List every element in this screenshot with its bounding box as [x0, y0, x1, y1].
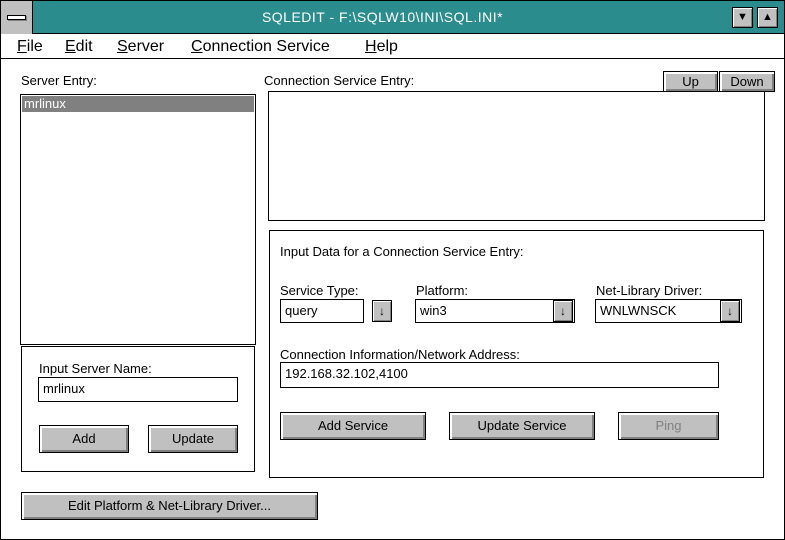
system-menu-icon	[7, 15, 26, 20]
menu-edit-mnemonic: E	[65, 38, 76, 55]
add-service-button[interactable]: Add Service	[280, 412, 426, 440]
input-server-name-label: Input Server Name:	[39, 361, 152, 376]
arrow-down-icon: ↓	[560, 304, 566, 318]
menu-connection-service[interactable]: Connection Service	[191, 37, 330, 57]
platform-value: win3	[420, 303, 447, 318]
add-server-button[interactable]: Add	[39, 425, 129, 453]
server-entry-list[interactable]: mrlinux	[20, 94, 256, 345]
menu-server[interactable]: Server	[117, 37, 164, 57]
up-button[interactable]: Up	[663, 71, 718, 92]
arrow-down-icon: ↓	[727, 304, 733, 318]
update-server-button[interactable]: Update	[148, 425, 238, 453]
input-data-heading: Input Data for a Connection Service Entr…	[280, 244, 524, 259]
platform-select[interactable]: win3 ↓	[415, 299, 575, 323]
minimize-button[interactable]: ▼	[732, 7, 753, 28]
server-list-item[interactable]: mrlinux	[22, 96, 254, 112]
service-type-field[interactable]: query	[280, 299, 364, 323]
net-library-driver-select[interactable]: WNLWNSCK ↓	[595, 299, 742, 323]
maximize-button[interactable]: ▲	[757, 7, 778, 28]
menu-connection-mnemonic: C	[191, 38, 203, 55]
connection-service-entry-label: Connection Service Entry:	[264, 73, 415, 88]
menu-edit[interactable]: Edit	[65, 37, 93, 57]
menu-edit-label: dit	[75, 38, 93, 55]
menu-server-mnemonic: S	[117, 38, 128, 55]
server-entry-label: Server Entry:	[21, 73, 97, 88]
connection-info-input[interactable]: 192.168.32.102,4100	[280, 362, 719, 388]
menu-help[interactable]: Help	[365, 37, 398, 57]
window-title: SQLEDIT - F:\SQLW10\INI\SQL.INI*	[261, 9, 504, 25]
menu-file-mnemonic: F	[17, 38, 27, 55]
net-library-driver-value: WNLWNSCK	[600, 303, 677, 318]
menu-file-label: ile	[26, 38, 43, 55]
menu-file[interactable]: File	[17, 37, 43, 57]
update-service-button[interactable]: Update Service	[449, 412, 595, 440]
input-server-group: Input Server Name: mrlinux Add Update	[21, 346, 255, 472]
menu-bar: File Edit Server Connection Service Help	[1, 35, 784, 59]
minimize-icon: ▼	[737, 11, 748, 23]
platform-dropdown-button[interactable]: ↓	[553, 300, 573, 322]
menu-help-label: elp	[376, 38, 398, 55]
input-data-group: Input Data for a Connection Service Entr…	[269, 230, 764, 478]
arrow-down-icon: ↓	[379, 304, 385, 318]
menu-help-mnemonic: H	[365, 38, 377, 55]
menu-connection-label: onnection Service	[202, 38, 330, 55]
server-name-input[interactable]: mrlinux	[38, 377, 238, 402]
maximize-icon: ▲	[762, 11, 773, 23]
connection-service-list[interactable]	[268, 91, 765, 221]
service-type-label: Service Type:	[280, 283, 359, 298]
platform-label: Platform:	[416, 283, 469, 298]
ping-button[interactable]: Ping	[618, 412, 719, 440]
edit-platform-button[interactable]: Edit Platform & Net-Library Driver...	[21, 492, 318, 520]
sqledit-window: SQLEDIT - F:\SQLW10\INI\SQL.INI* ▼ ▲ Fil…	[0, 0, 785, 540]
net-library-driver-label: Net-Library Driver:	[596, 283, 703, 298]
down-button[interactable]: Down	[719, 71, 775, 92]
system-menu-button[interactable]	[1, 1, 33, 34]
service-type-dropdown-button[interactable]: ↓	[372, 300, 392, 322]
menu-server-label: erver	[127, 38, 165, 55]
connection-info-label: Connection Information/Network Address:	[280, 347, 520, 362]
title-bar[interactable]: SQLEDIT - F:\SQLW10\INI\SQL.INI* ▼ ▲	[1, 1, 784, 34]
net-library-dropdown-button[interactable]: ↓	[720, 300, 740, 322]
